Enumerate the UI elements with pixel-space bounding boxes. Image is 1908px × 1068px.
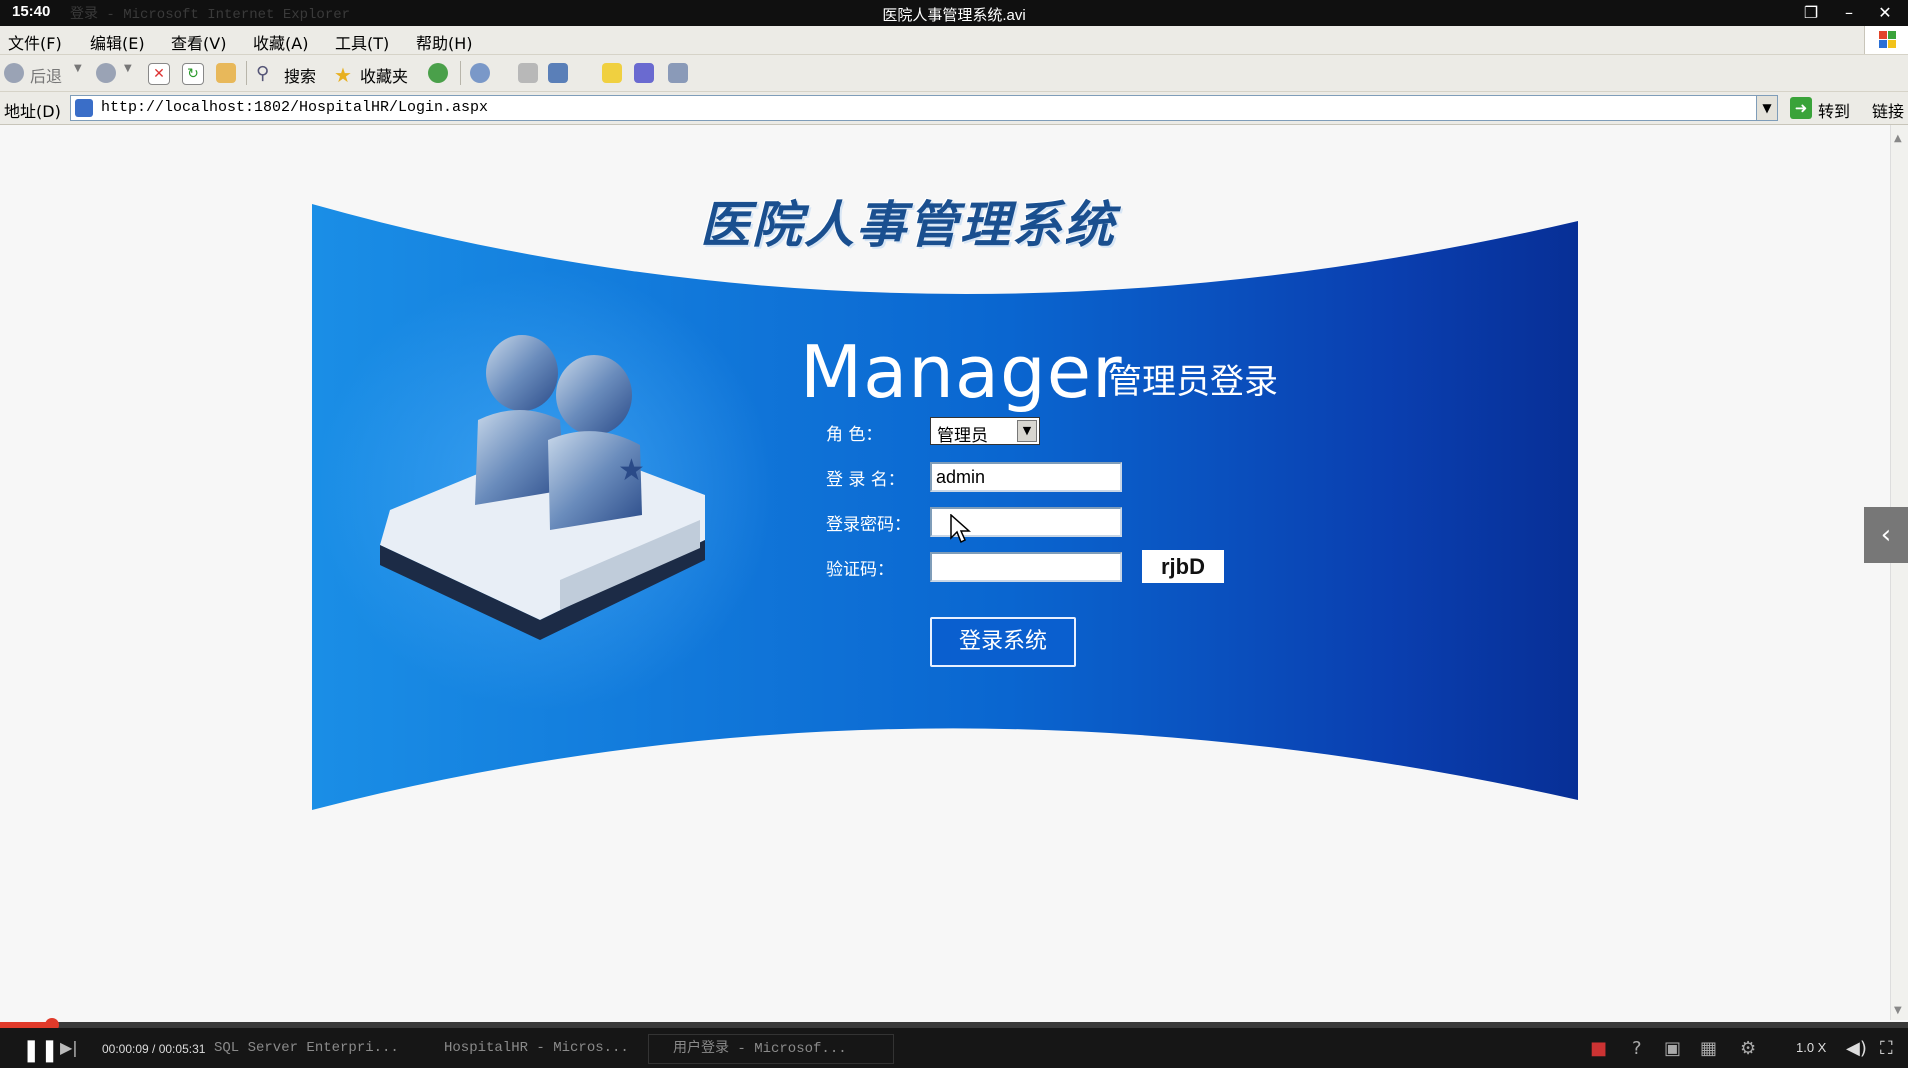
- tray-network-icon[interactable]: ▣: [1664, 1038, 1681, 1059]
- next-icon[interactable]: ▶|: [60, 1038, 78, 1057]
- taskbar-item-active[interactable]: 用户登录 - Microsof...: [648, 1034, 894, 1064]
- tray-help-icon[interactable]: ?: [1632, 1038, 1642, 1059]
- role-selected-value[interactable]: 管理员: [937, 421, 988, 446]
- system-title: 医院人事管理系统: [700, 196, 1116, 254]
- captcha-label: 验证码：: [826, 560, 894, 580]
- vertical-scrollbar[interactable]: ▲ ▼: [1890, 125, 1908, 1020]
- taskbar-item[interactable]: SQL Server Enterpri...: [190, 1034, 424, 1062]
- fullscreen-icon[interactable]: ⛶: [1880, 1038, 1893, 1059]
- password-label: 登录密码：: [826, 515, 911, 535]
- role-label: 角 色：: [826, 425, 883, 445]
- svg-text:★: ★: [618, 453, 645, 488]
- taskbar-item[interactable]: HospitalHR - Micros...: [420, 1034, 654, 1062]
- role-select[interactable]: 管理员 ▼: [930, 417, 1040, 446]
- admin-login-heading: 管理员登录: [1108, 362, 1278, 402]
- username-input[interactable]: admin: [930, 462, 1122, 492]
- side-collapse-tab[interactable]: ‹: [1864, 507, 1908, 563]
- playback-speed[interactable]: 1.0 X: [1796, 1040, 1826, 1055]
- scroll-up-icon[interactable]: ▲: [1894, 133, 1902, 144]
- volume-icon[interactable]: ◀): [1846, 1038, 1867, 1059]
- player-controls: ❚❚ ▶| 00:00:09 / 00:05:31 SQL Server Ent…: [0, 1028, 1908, 1068]
- tray-settings-icon[interactable]: ⚙: [1740, 1038, 1756, 1059]
- tray-ime-icon[interactable]: ■: [1590, 1038, 1607, 1059]
- chevron-down-icon[interactable]: ▼: [1017, 420, 1037, 442]
- manager-heading: Manager: [800, 330, 1123, 414]
- captcha-input[interactable]: [930, 552, 1122, 582]
- scroll-down-icon[interactable]: ▼: [1894, 1005, 1902, 1016]
- mouse-cursor-icon: [950, 514, 971, 544]
- login-button[interactable]: 登录系统: [930, 617, 1076, 667]
- username-label: 登 录 名：: [826, 470, 905, 490]
- pause-icon[interactable]: ❚❚: [22, 1038, 59, 1063]
- captcha-image[interactable]: rjbD: [1142, 550, 1224, 583]
- tray-monitor-icon[interactable]: ▦: [1700, 1038, 1717, 1059]
